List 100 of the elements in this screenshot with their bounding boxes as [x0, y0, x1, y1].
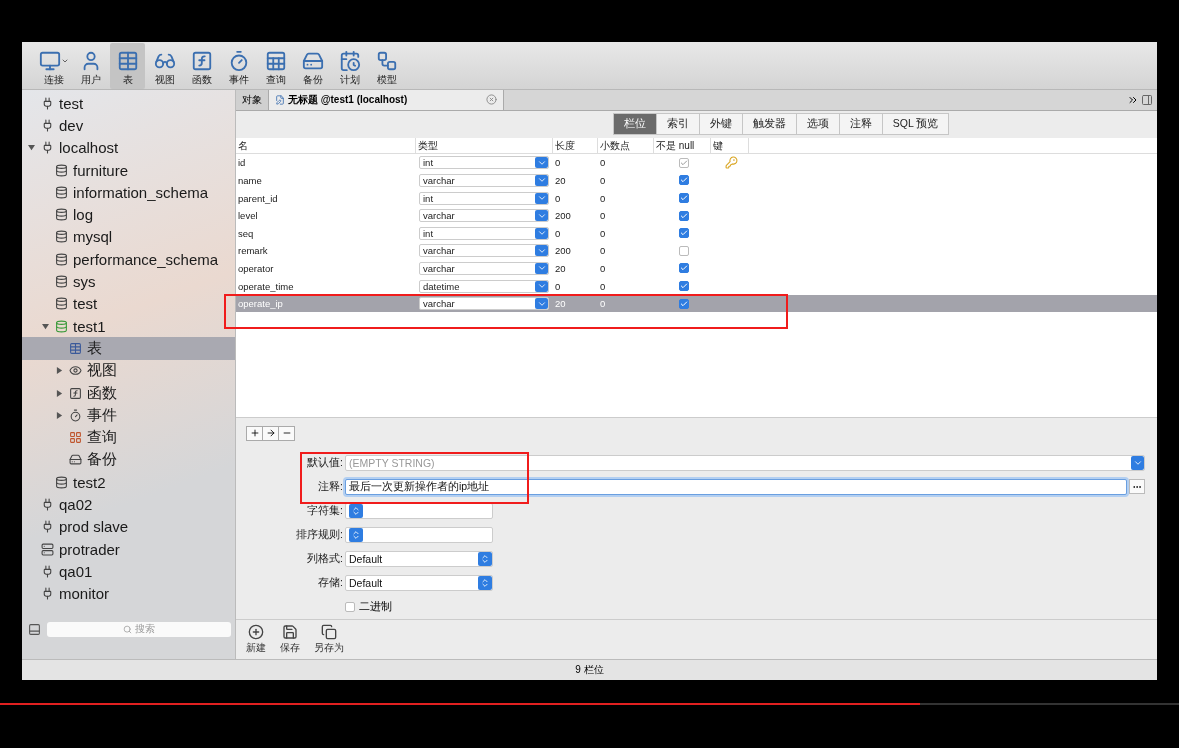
grid-row[interactable]: remark varchar 200 0 [236, 242, 1157, 260]
tab[interactable]: 注释 [838, 113, 883, 136]
tree-item[interactable]: sys [22, 270, 235, 293]
panel-icon[interactable] [28, 622, 41, 636]
panel-icon[interactable] [1141, 93, 1153, 106]
tab[interactable]: SQL 预览 [881, 113, 950, 136]
tree-item[interactable]: log [22, 203, 235, 226]
grid-row[interactable]: name varchar 20 0 [236, 171, 1157, 190]
type-dropdown[interactable]: int [419, 191, 549, 205]
column-header[interactable]: 小数点 [598, 138, 654, 154]
checkbox[interactable] [678, 157, 689, 168]
toolbar-button[interactable]: 表 [110, 43, 145, 89]
table-cell-text: 0 [554, 192, 562, 204]
toolbar-button[interactable]: 模型 [369, 43, 404, 89]
tree-item[interactable]: qa02 [22, 493, 235, 516]
comment-input[interactable]: 最后一次更新操作者的ip地址 [345, 478, 1127, 495]
caret-icon[interactable] [60, 57, 69, 65]
tree-item[interactable]: 事件 [22, 404, 235, 427]
checkbox[interactable] [345, 601, 355, 612]
type-dropdown[interactable]: varchar [419, 297, 549, 311]
action-button[interactable]: 另存为 [314, 623, 344, 655]
checkbox[interactable] [678, 210, 689, 221]
toolbar-button[interactable]: 事件 [221, 43, 256, 89]
expand-icon[interactable] [55, 389, 63, 397]
action-button[interactable]: 新建 [246, 623, 266, 655]
tree-item[interactable]: localhost [22, 136, 235, 159]
tree-item[interactable]: monitor [22, 582, 235, 605]
grid-row[interactable]: level varchar 200 0 [236, 206, 1157, 225]
grid-row[interactable]: id int 0 0 [236, 154, 1157, 172]
collapse-icon[interactable] [27, 144, 35, 152]
tree-item[interactable]: information_schema [22, 181, 235, 204]
checkbox[interactable] [678, 193, 689, 204]
table-icon [116, 50, 139, 72]
grid-row[interactable]: operate_time datetime 0 0 [236, 277, 1157, 295]
tree-item[interactable]: qa01 [22, 560, 235, 583]
tree-item[interactable]: 备份 [22, 448, 235, 472]
tree-item[interactable]: test1 [22, 314, 235, 338]
grid-row[interactable]: operator varchar 20 0 [236, 259, 1157, 278]
type-dropdown[interactable]: varchar [419, 174, 549, 187]
column-header[interactable]: 不是 null [654, 138, 711, 154]
type-dropdown[interactable]: varchar [419, 209, 549, 223]
event-icon [68, 407, 83, 423]
tree-item[interactable]: prod slave [22, 515, 235, 538]
type-dropdown[interactable]: varchar [419, 261, 549, 275]
table-cell-text: 0 [599, 280, 607, 292]
tree-item[interactable]: 查询 [22, 426, 235, 449]
checkbox[interactable] [678, 228, 689, 239]
more-button[interactable] [1129, 479, 1145, 495]
close-icon[interactable] [486, 94, 497, 106]
tab[interactable]: 栏位 [612, 113, 657, 136]
tree-item[interactable]: dev [22, 114, 235, 137]
toolbar-button[interactable]: 用户 [73, 43, 108, 89]
tree-item[interactable]: 函数 [22, 381, 235, 405]
tab[interactable]: 选项 [795, 113, 840, 136]
type-dropdown[interactable]: int [419, 156, 549, 170]
grid-row[interactable]: operate_ip varchar 20 0 [236, 294, 1157, 313]
column-header[interactable]: 名 [236, 138, 416, 154]
grid-row[interactable]: seq int 0 0 [236, 224, 1157, 243]
column-header[interactable]: 类型 [416, 138, 553, 154]
tree-item[interactable]: mysql [22, 225, 235, 249]
drive-icon [301, 50, 324, 72]
toolbar-button[interactable]: 连接 [36, 43, 71, 89]
tree-item[interactable]: furniture [22, 158, 235, 182]
tree-item[interactable]: test [22, 292, 235, 315]
column-header[interactable]: 长度 [553, 138, 598, 154]
checkbox[interactable] [678, 245, 689, 256]
tree-item[interactable]: test2 [22, 471, 235, 494]
type-dropdown[interactable]: datetime [419, 279, 549, 293]
tree-item[interactable]: test [22, 92, 235, 115]
expand-icon[interactable] [55, 411, 63, 419]
remove-button[interactable] [278, 425, 295, 441]
tree-item[interactable]: 视图 [22, 359, 235, 382]
column-header[interactable]: 键 [711, 138, 749, 154]
checkbox[interactable] [678, 263, 689, 274]
action-button[interactable]: 保存 [280, 623, 300, 655]
database-icon [54, 184, 69, 200]
select-field[interactable] [345, 526, 493, 543]
grid-row[interactable]: parent_id int 0 0 [236, 189, 1157, 207]
toolbar-button[interactable]: 计划 [332, 43, 367, 89]
toolbar-button[interactable]: 视图 [147, 43, 182, 89]
document-tab[interactable]: 对象 [236, 90, 269, 110]
select-field[interactable]: Default [345, 574, 493, 591]
checkbox[interactable] [678, 281, 689, 292]
expand-icon[interactable] [55, 367, 63, 375]
tree-item[interactable]: protrader [22, 537, 235, 561]
tab[interactable]: 触发器 [741, 113, 797, 136]
tab[interactable]: 外键 [698, 113, 743, 136]
checkbox[interactable] [678, 175, 689, 186]
tab[interactable]: 索引 [655, 113, 700, 136]
document-tab[interactable]: 无标题 @test1 (localhost) [269, 90, 504, 110]
toolbar-button[interactable]: 备份 [295, 43, 330, 89]
tree-item[interactable]: 表 [22, 337, 235, 360]
tree-item[interactable]: performance_schema [22, 248, 235, 271]
toolbar-button[interactable]: 函数 [184, 43, 219, 89]
collapse-icon[interactable] [41, 322, 49, 330]
type-dropdown[interactable]: int [419, 226, 549, 240]
toolbar-button[interactable]: 查询 [258, 43, 293, 89]
type-dropdown[interactable]: varchar [419, 244, 549, 258]
checkbox[interactable] [678, 298, 689, 309]
select-field[interactable]: Default [345, 550, 493, 567]
